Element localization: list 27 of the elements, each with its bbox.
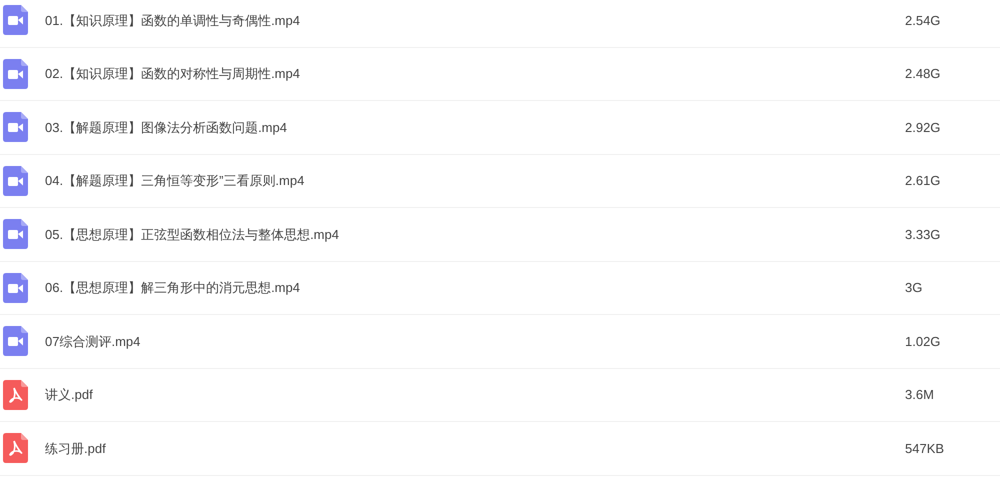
file-size: 2.54G [905,12,942,30]
video-file-icon [3,112,28,142]
pdf-file-icon [3,380,28,410]
file-name[interactable]: 02.【知识原理】函数的对称性与周期性.mp4 [45,64,905,84]
video-file-icon [3,326,28,356]
pdf-file-icon [3,433,28,464]
file-name[interactable]: 讲义.pdf [45,385,905,404]
video-file-icon [3,219,28,250]
file-size: 2.92G [905,118,942,136]
file-size: 2.48G [905,65,942,83]
file-name[interactable]: 03.【解题原理】图像法分析函数问题.mp4 [45,118,905,137]
file-size: 2.61G [905,172,942,190]
video-file-icon [3,166,28,196]
file-name[interactable]: 05.【思想原理】正弦型函数相位法与整体思想.mp4 [45,224,905,244]
file-size: 3.6M [905,386,935,404]
file-name[interactable]: 04.【解题原理】三角恒等变形”三看原则.mp4 [45,171,905,190]
file-name[interactable]: 06.【思想原理】解三角形中的消元思想.mp4 [45,278,905,298]
file-name[interactable]: 01.【知识原理】函数的单调性与奇偶性.mp4 [45,10,905,30]
video-file-icon [3,272,28,303]
file-size: 547KB [905,440,946,458]
file-size: 3.33G [905,226,942,244]
file-size: 3G [905,279,924,297]
file-size: 1.02G [905,332,942,350]
video-file-icon [3,58,28,89]
file-name[interactable]: 07综合测评.mp4 [45,332,905,351]
video-file-icon [3,5,28,36]
file-name[interactable]: 练习册.pdf [45,438,905,458]
